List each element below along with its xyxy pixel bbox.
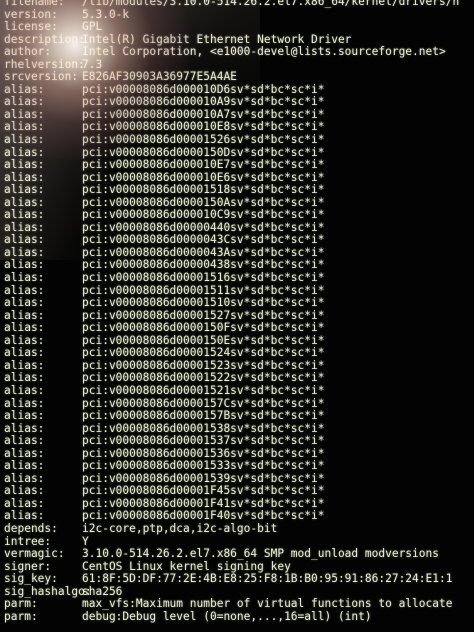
output-line: filename:/lib/modules/3.10.0-514.26.2.el… <box>4 0 459 9</box>
output-line: alias: pci:v00008086d00001526sv*sd*bc*sc*… <box>4 133 459 147</box>
output-line: alias: pci:v00008086d00001537sv*sd*bc*sc*… <box>4 435 459 448</box>
field-name: sig_key: <box>4 572 58 586</box>
field-value: pci:v00008086d00001F45sv*sd*bc*sc*i* <box>82 484 325 498</box>
field-value: 3.10.0-514.26.2.el7.x86_64 SMP mod_unloa… <box>82 547 439 561</box>
field-value: max_vfs:Maximum number of virtual functi… <box>82 597 453 611</box>
output-line: author: Intel Corporation, <e1000-devel@l… <box>4 46 459 59</box>
field-value: pci:v00008086d00001518sv*sd*bc*sc*i* <box>82 183 325 197</box>
field-name: alias: <box>4 459 45 473</box>
field-value: pci:v00008086d00001510sv*sd*bc*sc*i* <box>82 296 325 310</box>
field-value: pci:v00008086d00001516sv*sd*bc*sc*i* <box>82 271 325 285</box>
field-value: pci:v00008086d0000157Bsv*sd*bc*sc*i* <box>82 409 325 423</box>
field-value: GPL <box>82 20 103 34</box>
field-name: parm: <box>4 609 38 623</box>
field-value: E826AF30903A36977E5A4AE <box>82 70 237 84</box>
output-line: alias: pci:v00008086d00001518sv*sd*bc*sc*… <box>4 184 459 197</box>
output-line: alias: pci:v00008086d00001F45sv*sd*bc*sc*… <box>4 485 459 498</box>
field-value: Intel Corporation, <e1000-devel@lists.so… <box>82 45 446 59</box>
output-line: alias: pci:v00008086d00001516sv*sd*bc*sc*… <box>4 271 459 285</box>
output-line: alias: pci:v00008086d00001521sv*sd*bc*sc*… <box>4 383 459 398</box>
output-line: srcversion: E826AF30903A36977E5A4AE <box>4 71 459 84</box>
field-value: i2c-core,ptp,dca,i2c-algo-bit <box>82 521 278 535</box>
output-line: alias: pci:v00008086d000010E7sv*sd*bc*sc*… <box>4 159 459 172</box>
terminal-window[interactable]: filename:/lib/modules/3.10.0-514.26.2.el… <box>0 0 474 632</box>
field-value: pci:v00008086d0000150Fsv*sd*bc*sc*i* <box>82 321 325 335</box>
field-name: alias: <box>4 383 45 397</box>
field-name: alias: <box>4 183 45 197</box>
field-name: alias: <box>4 409 45 423</box>
field-name: vermagic: <box>4 547 65 561</box>
field-value: pci:v00008086d00001524sv*sd*bc*sc*i* <box>82 346 325 360</box>
field-name: parm: <box>4 597 38 611</box>
output-line: alias: pci:v00008086d00001524sv*sd*bc*sc*… <box>4 347 459 360</box>
field-name: srcversion: <box>4 70 79 84</box>
output-line: license: GPL <box>4 21 459 34</box>
field-value: pci:v00008086d000010C9sv*sd*bc*sc*i* <box>82 208 325 222</box>
field-name: author: <box>4 45 52 59</box>
field-value: pci:v00008086d000010E7sv*sd*bc*sc*i* <box>82 158 325 172</box>
field-value: pci:v00008086d00001537sv*sd*bc*sc*i* <box>82 434 325 448</box>
output-line: parm: debug:Debug level (0=none,...,16=al… <box>4 609 459 624</box>
field-name: alias: <box>4 208 45 222</box>
output-line: sig_key: 61:8F:5D:DF:77:2E:4B:E8:25:F8:1B… <box>4 573 459 586</box>
modinfo-output: filename:/lib/modules/3.10.0-514.26.2.el… <box>4 0 459 623</box>
field-value: debug:Debug level (0=none,...,16=all) (i… <box>82 609 372 623</box>
field-name: alias: <box>4 158 45 172</box>
field-name: alias: <box>4 346 45 360</box>
output-line: parm: max_vfs:Maximum number of virtual f… <box>4 598 459 611</box>
field-name: alias: <box>4 296 45 310</box>
output-line: version: 5.3.0-k <box>4 8 459 22</box>
output-line: depends: i2c-core,ptp,dca,i2c-algo-bit <box>4 521 459 536</box>
field-value: pci:v00008086d00001533sv*sd*bc*sc*i* <box>82 459 325 473</box>
field-name: alias: <box>4 434 45 448</box>
output-line: alias: pci:v00008086d00001510sv*sd*bc*sc*… <box>4 297 459 310</box>
output-line: alias: pci:v00008086d0000150Fsv*sd*bc*sc*… <box>4 322 459 335</box>
field-name: alias: <box>4 484 45 498</box>
field-name: alias: <box>4 271 45 285</box>
field-value: /lib/modules/3.10.0-514.26.2.el7.x86_64/… <box>82 0 460 8</box>
field-value: pci:v00008086d00001526sv*sd*bc*sc*i* <box>82 133 325 147</box>
field-name: alias: <box>4 133 45 147</box>
output-line: alias: pci:v00008086d000010C9sv*sd*bc*sc*… <box>4 209 459 222</box>
field-value: pci:v00008086d00001521sv*sd*bc*sc*i* <box>82 383 325 397</box>
field-name: depends: <box>4 521 58 535</box>
field-name: license: <box>4 20 58 34</box>
field-name: alias: <box>4 321 45 335</box>
output-line: alias: pci:v00008086d00001533sv*sd*bc*sc*… <box>4 460 459 473</box>
output-line: vermagic: 3.10.0-514.26.2.el7.x86_64 SMP … <box>4 548 459 561</box>
output-line: alias: pci:v00008086d0000157Bsv*sd*bc*sc*… <box>4 409 459 423</box>
field-value: 61:8F:5D:DF:77:2E:4B:E8:25:F8:1B:B0:95:9… <box>82 572 453 586</box>
